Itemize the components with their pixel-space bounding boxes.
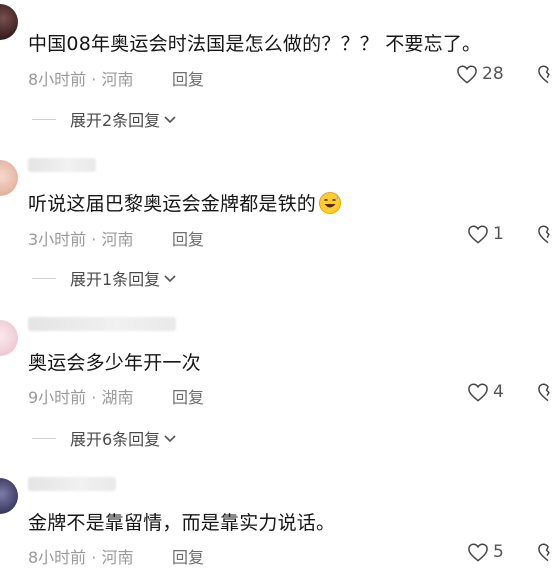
expand-replies-button[interactable]: 展开6条回复 (32, 426, 177, 450)
like-button[interactable]: 1 (467, 224, 504, 244)
like-button[interactable]: 28 (456, 64, 504, 84)
expand-replies-button[interactable]: 展开2条回复 (32, 107, 177, 131)
avatar[interactable] (0, 478, 18, 514)
heart-outline-icon (467, 224, 489, 244)
comment-time: 9小时前 (28, 388, 87, 407)
dislike-button[interactable] (537, 542, 554, 566)
expand-replies-label: 展开1条回复 (70, 270, 161, 289)
like-count: 28 (482, 64, 504, 84)
avatar[interactable] (0, 160, 18, 196)
comment-text: 奥运会多少年开一次 (28, 352, 201, 374)
broken-heart-icon (537, 65, 554, 88)
comment-meta: 9小时前 · 湖南 (28, 384, 133, 408)
expand-replies-label: 展开6条回复 (70, 430, 161, 449)
comment-text: 中国08年奥运会时法国是怎么做的？？？ 不要忘了。 (28, 33, 482, 55)
comment-location: 河南 (101, 230, 134, 249)
chevron-down-icon (163, 269, 177, 288)
avatar[interactable] (0, 320, 18, 356)
chevron-down-icon (163, 110, 177, 129)
comment-meta: 8小时前 · 河南 (28, 544, 133, 568)
comment-time: 3小时前 (28, 230, 87, 249)
expand-divider (32, 277, 56, 279)
like-button[interactable]: 5 (467, 542, 504, 562)
heart-outline-icon (456, 64, 478, 84)
expand-replies-button[interactable]: 展开1条回复 (32, 266, 177, 290)
reply-button[interactable]: 回复 (172, 384, 204, 408)
meta-separator: · (86, 70, 102, 89)
username-placeholder (28, 158, 96, 172)
heart-outline-icon (467, 542, 489, 562)
broken-heart-icon (537, 383, 554, 406)
sweat-smile-emoji (318, 191, 342, 215)
comment-meta: 3小时前 · 河南 (28, 226, 133, 250)
username-placeholder (28, 317, 176, 331)
expand-divider (32, 437, 56, 439)
comment-time: 8小时前 (28, 548, 87, 567)
expand-replies-label: 展开2条回复 (70, 111, 161, 130)
comment-text-content: 听说这届巴黎奥运会金牌都是铁的 (28, 193, 317, 215)
meta-separator: · (86, 230, 102, 249)
dislike-button[interactable] (537, 224, 554, 248)
like-button[interactable]: 4 (467, 382, 504, 402)
comment-location: 河南 (101, 70, 134, 89)
meta-separator: · (86, 388, 102, 407)
reply-button[interactable]: 回复 (172, 226, 204, 250)
like-count: 5 (493, 542, 504, 562)
like-count: 4 (493, 382, 504, 402)
comment-text: 金牌不是靠留情，而是靠实力说话。 (28, 512, 336, 534)
reply-button[interactable]: 回复 (172, 66, 204, 90)
comment-meta: 8小时前 · 河南 (28, 66, 133, 90)
comment-location: 河南 (101, 548, 134, 567)
comment-text: 听说这届巴黎奥运会金牌都是铁的 (28, 189, 342, 216)
comment-location: 湖南 (101, 388, 134, 407)
dislike-button[interactable] (537, 64, 554, 88)
broken-heart-icon (537, 225, 554, 248)
dislike-button[interactable] (537, 382, 554, 406)
comment-time: 8小时前 (28, 70, 87, 89)
broken-heart-icon (537, 543, 554, 566)
chevron-down-icon (163, 429, 177, 448)
heart-outline-icon (467, 382, 489, 402)
expand-divider (32, 118, 56, 120)
meta-separator: · (86, 548, 102, 567)
like-count: 1 (493, 224, 504, 244)
avatar[interactable] (0, 4, 18, 40)
username-placeholder (28, 477, 116, 491)
reply-button[interactable]: 回复 (172, 544, 204, 568)
